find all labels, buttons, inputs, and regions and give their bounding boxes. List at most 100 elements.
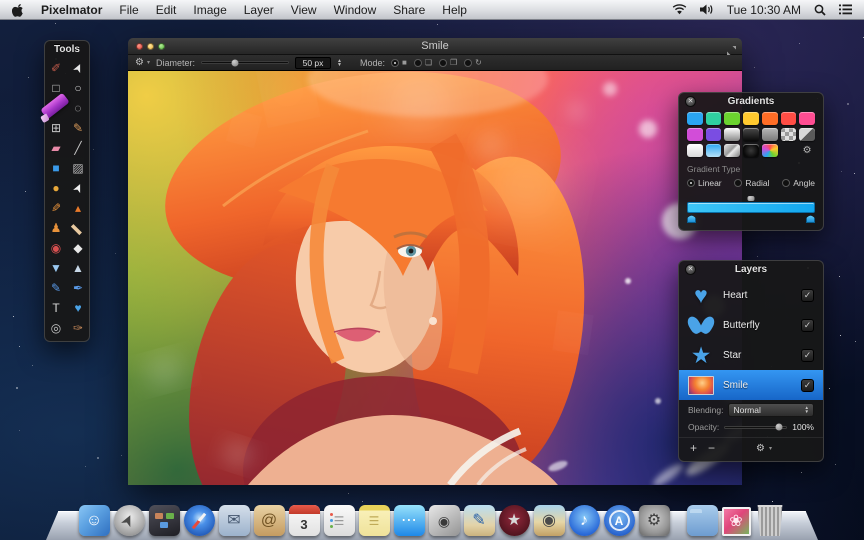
tool-shape-ellipse[interactable]: ● [45, 178, 67, 198]
dock-icon-documents-folder[interactable] [687, 505, 718, 536]
dock-icon-reminders[interactable]: ☰ [324, 505, 355, 536]
gradient-type-radial[interactable]: Radial [734, 178, 769, 188]
tool-zoom[interactable]: ◎ [45, 318, 67, 338]
dock-icon-mission-control[interactable] [149, 505, 180, 536]
dock-icon-system-preferences[interactable]: ⚙ [639, 505, 670, 536]
tool-crop[interactable]: ⊞ [45, 118, 67, 138]
gradient-swatch-blue[interactable] [687, 112, 703, 125]
layer-visibility-checkbox[interactable]: ✓ [801, 319, 814, 332]
tool-brush[interactable]: ✎ [45, 198, 67, 218]
gradient-swatch-teal[interactable] [706, 112, 722, 125]
spotlight-icon[interactable] [814, 4, 826, 16]
layer-row-star[interactable]: ★Star✓ [679, 340, 823, 370]
dock-icon-picture-file[interactable]: ❀ [722, 507, 751, 536]
mode-subtract[interactable]: ❐ [439, 58, 457, 67]
dock-icon-trash[interactable] [755, 505, 786, 536]
tool-bandage[interactable]: ▬ [67, 218, 89, 238]
gradient-swatch-pink[interactable] [799, 112, 815, 125]
tool-pencil-blue[interactable]: ✎ [45, 278, 67, 298]
opacity-slider-knob[interactable] [775, 424, 782, 431]
gradient-swatch-white[interactable] [687, 144, 703, 157]
tool-paint-selected[interactable] [45, 98, 67, 118]
dock-icon-messages[interactable]: ⋯ [394, 505, 425, 536]
gradient-swatch-white-gray[interactable] [724, 128, 740, 141]
gradient-swatch-checker[interactable] [781, 128, 797, 141]
tool-pencil[interactable]: ✎ [67, 118, 89, 138]
dock-icon-imovie[interactable]: ★ [499, 505, 530, 536]
document-titlebar[interactable]: Smile [128, 38, 742, 55]
layer-settings-gear-icon[interactable]: ⚙ [756, 443, 765, 454]
gradient-swatch-yellow[interactable] [743, 112, 759, 125]
gradient-stop-start[interactable] [687, 215, 696, 223]
tool-clone-stamp[interactable]: ♟ [45, 218, 67, 238]
tool-red-eye[interactable]: ◉ [45, 238, 67, 258]
gradient-swatch-black-radial[interactable] [743, 144, 759, 157]
dock-icon-safari[interactable] [184, 505, 215, 536]
menu-item-image[interactable]: Image [193, 3, 226, 17]
menu-item-edit[interactable]: Edit [156, 3, 177, 17]
mode-subtract-radio[interactable] [439, 59, 447, 67]
layer-visibility-checkbox[interactable]: ✓ [801, 379, 814, 392]
gradient-swatch-blue-fade[interactable] [706, 144, 722, 157]
tool-direct-select[interactable]: ➤ [67, 178, 89, 198]
layers-panel-header[interactable]: ✕ Layers [679, 261, 823, 278]
tool-blur-drop[interactable]: ▼ [45, 258, 67, 278]
dock-icon-app-store[interactable]: A [604, 505, 635, 536]
tool-arrow[interactable]: ➤ [67, 58, 89, 78]
tools-palette-header[interactable]: Tools [45, 41, 89, 58]
gradient-type-radial-radio[interactable] [734, 179, 742, 187]
gradient-stop-end[interactable] [806, 215, 815, 223]
gradient-swatch-green[interactable] [724, 112, 740, 125]
close-window-button[interactable] [136, 43, 143, 50]
gradient-swatch-diagonal[interactable] [799, 128, 815, 141]
layer-row-butterfly[interactable]: Butterfly✓ [679, 310, 823, 340]
document-canvas[interactable] [128, 71, 742, 485]
gradient-swatch-magenta[interactable] [687, 128, 703, 141]
gradient-settings-gear-icon[interactable]: ⚙ [799, 144, 815, 157]
layer-row-heart[interactable]: ♥Heart✓ [679, 280, 823, 310]
dock-icon-mail[interactable]: ✉ [219, 505, 250, 536]
dock-icon-iphoto[interactable]: ◉ [534, 505, 565, 536]
tool-eyedropper[interactable]: ✑ [67, 318, 89, 338]
gradients-panel-header[interactable]: ✕ Gradients [679, 93, 823, 110]
gradient-swatch-orange[interactable] [762, 112, 778, 125]
zoom-window-button[interactable] [158, 43, 165, 50]
opacity-slider[interactable] [724, 426, 787, 429]
dock-icon-finder[interactable]: ☺ [79, 505, 110, 536]
tool-eraser-white[interactable]: ◆ [67, 238, 89, 258]
volume-icon[interactable] [700, 4, 714, 15]
gradient-swatch-red[interactable] [781, 112, 797, 125]
tool-shape-heart[interactable]: ♥ [67, 298, 89, 318]
gradient-swatch-silver-cross[interactable] [724, 144, 740, 157]
canvas-image[interactable] [128, 71, 742, 485]
diameter-value-field[interactable]: 50 px [295, 57, 331, 69]
menu-item-window[interactable]: Window [334, 3, 377, 17]
tool-eraser[interactable]: ▰ [45, 138, 67, 158]
apple-menu[interactable] [12, 2, 25, 17]
dock-icon-contacts[interactable]: @ [254, 505, 285, 536]
tool-lasso[interactable]: ◌ [67, 98, 89, 118]
dock-icon-itunes[interactable]: ♪ [569, 505, 600, 536]
menu-item-help[interactable]: Help [442, 3, 467, 17]
gradient-preview-bar[interactable] [687, 202, 815, 213]
add-layer-button[interactable]: + [690, 441, 697, 455]
mode-add[interactable]: ❏ [414, 58, 432, 67]
tool-type[interactable]: T [45, 298, 67, 318]
dock-icon-launchpad[interactable]: ➤ [114, 505, 145, 536]
tool-move[interactable]: ✐ [45, 58, 67, 78]
menu-item-file[interactable]: File [119, 3, 138, 17]
menu-item-share[interactable]: Share [393, 3, 425, 17]
gradient-type-linear-radio[interactable] [687, 179, 695, 187]
mode-intersect[interactable]: ↻ [464, 58, 482, 67]
gradient-swatch-purple[interactable] [706, 128, 722, 141]
gradient-type-linear[interactable]: Linear [687, 178, 722, 188]
wifi-icon[interactable] [672, 4, 687, 15]
mode-add-radio[interactable] [414, 59, 422, 67]
tool-marquee-ellipse[interactable]: ○ [67, 78, 89, 98]
diameter-stepper[interactable]: ▲▼ [337, 59, 342, 67]
gradient-type-angle-radio[interactable] [782, 179, 790, 187]
tool-smudge[interactable]: ▨ [67, 158, 89, 178]
remove-layer-button[interactable]: − [708, 441, 715, 455]
tool-line[interactable]: ╱ [67, 138, 89, 158]
tool-fill[interactable]: ■ [45, 158, 67, 178]
